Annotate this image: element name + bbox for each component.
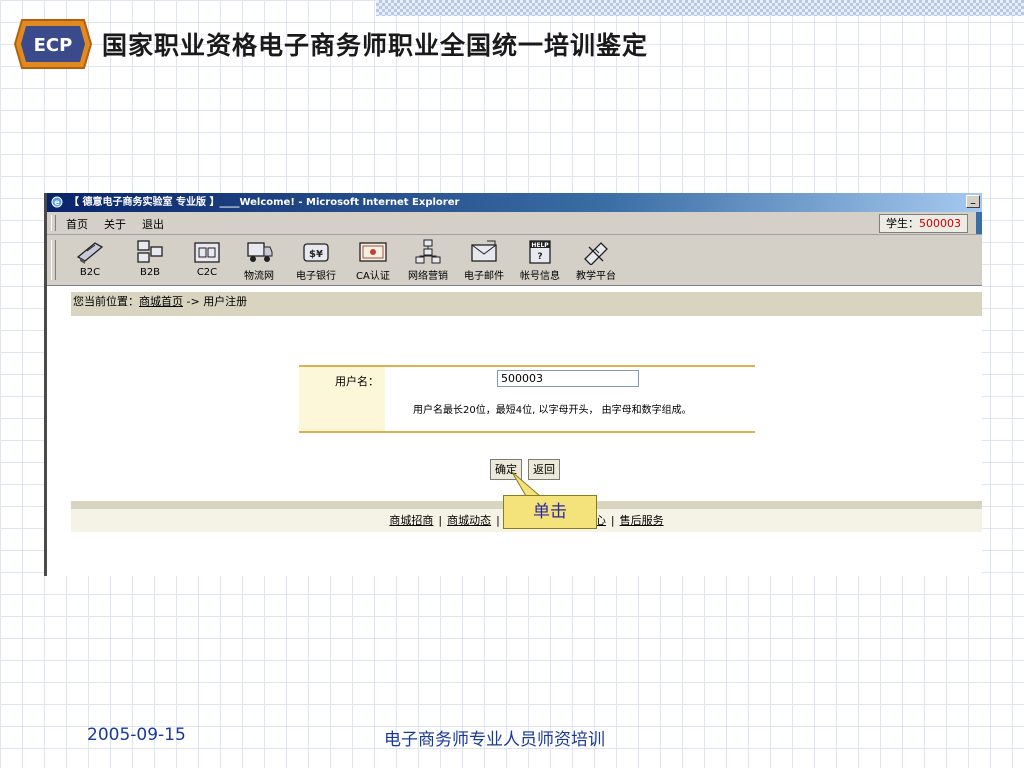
toolbar-item-logistics[interactable]: 物流网 [244,239,274,282]
toolbar-label: 网络营销 [408,271,448,282]
menu-item-about[interactable]: 关于 [104,216,126,232]
svg-text:?: ? [537,252,542,262]
toolbar-label: C2C [196,267,218,278]
footer-separator: | [496,514,500,527]
c2c-icon [194,242,220,263]
logistics-truck-icon [247,242,273,262]
menubar-grip [51,215,56,231]
toolbar-label: 物流网 [244,271,274,282]
email-icon [471,240,497,262]
toolbar-item-ca[interactable]: CA认证 [356,239,390,282]
window-titlebar: e 【 德意电子商务实验室 专业版 】____Welcome! - Micros… [47,193,982,212]
footer-separator: | [610,514,615,527]
ecp-logo: ECP [14,19,92,69]
username-input[interactable] [497,370,639,387]
toolbar-item-b2c[interactable]: B2C [75,239,105,278]
breadcrumb: 您当前位置：商城首页 -> 用户注册 [71,292,982,316]
toolbar-label: 电子银行 [296,271,336,282]
menu-item-logout[interactable]: 退出 [142,216,164,232]
breadcrumb-home-link[interactable]: 商城首页 [139,295,183,308]
toolbar-label: 电子邮件 [464,271,504,282]
form-label-cell: 用户名： [299,367,385,431]
toolbar-item-b2b[interactable]: B2B [135,239,165,278]
toolbar-item-email[interactable]: 电子邮件 [464,239,504,282]
svg-text:HELP: HELP [531,242,549,249]
footer-link-aftersales[interactable]: 售后服务 [620,514,664,527]
toolbar-label: 教学平台 [576,271,616,282]
window-edge [976,212,982,234]
register-form: 用户名： 用户名最长20位，最短4位, 以字母开头， 由字母和数字组成。 [299,365,755,433]
callout-pointer [511,471,542,497]
slide-date: 2005-09-15 [87,725,186,745]
breadcrumb-arrow: -> [183,295,204,308]
network-marketing-icon [415,239,441,264]
breadcrumb-prefix: 您当前位置： [73,295,139,308]
svg-text:e: e [54,198,60,207]
menu-item-home[interactable]: 首页 [66,216,88,232]
toolbar-item-marketing[interactable]: 网络营销 [408,239,448,282]
toolbar-grip [51,240,56,280]
top-decorative-strip [376,0,1024,16]
click-callout: 单击 [503,495,597,529]
slide-caption: 电子商务师专业人员师资培训 [384,730,605,750]
breadcrumb-current: 用户注册 [203,295,248,308]
help-account-icon: HELP? [529,240,551,264]
slide-title: 国家职业资格电子商务师职业全国统一培训鉴定 [102,31,649,60]
toolbar-item-c2c[interactable]: C2C [192,239,222,278]
svg-text:$¥: $¥ [309,249,323,260]
toolbar-label: CA认证 [356,271,390,282]
toolbar-label: B2B [139,267,161,278]
b2c-icon [76,242,104,264]
username-hint: 用户名最长20位，最短4位, 以字母开头， 由字母和数字组成。 [413,405,692,416]
window-title: 【 德意电子商务实验室 专业版 】____Welcome! - Microsof… [69,197,460,208]
toolbar-label: B2C [79,267,101,278]
toolbar-item-teaching[interactable]: 教学平台 [576,239,616,282]
toolbar-label: 帐号信息 [520,271,560,282]
ebank-icon: $¥ [303,243,329,262]
toolbar: B2C B2B C2C 物流网 $¥ 电子银行 CA认证 网络营销 电子邮件 H… [47,235,982,286]
teaching-platform-icon [584,242,608,265]
username-label: 用户名： [335,375,379,388]
logo-text: ECP [34,35,73,56]
toolbar-item-ebank[interactable]: $¥ 电子银行 [296,239,336,282]
b2b-icon [137,240,163,263]
footer-link-news[interactable]: 商城动态 [447,514,491,527]
toolbar-item-account[interactable]: HELP? 帐号信息 [520,239,560,282]
minimize-button[interactable]: _ [966,195,980,208]
footer-separator: | [438,514,443,527]
menubar: 首页 关于 退出 学生：500003 [47,212,982,235]
footer-link-recruit[interactable]: 商城招商 [389,514,433,527]
student-id-box: 学生：500003 [879,214,968,233]
student-id: 500003 [919,217,961,230]
ie-icon: e [51,196,63,208]
student-label: 学生： [886,217,919,230]
ca-certificate-icon [359,242,387,262]
